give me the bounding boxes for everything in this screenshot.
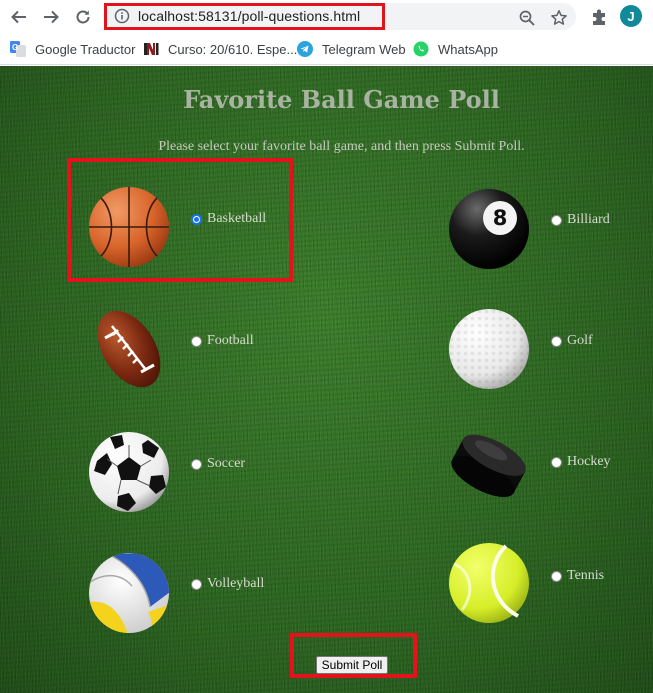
radio-billiard[interactable] xyxy=(551,214,562,226)
option-tennis[interactable]: Tennis xyxy=(551,568,604,584)
option-soccer[interactable]: Soccer xyxy=(191,456,245,472)
radio-soccer[interactable] xyxy=(191,458,202,470)
extensions-puzzle-icon[interactable] xyxy=(589,7,609,27)
option-volleyball[interactable]: Volleyball xyxy=(191,576,264,592)
back-arrow-icon xyxy=(11,10,26,24)
radio-volleyball[interactable] xyxy=(191,578,202,590)
bookmark-google-traductor[interactable]: G Google Traductor xyxy=(10,39,135,59)
svg-text:8: 8 xyxy=(493,206,508,230)
bookmark-label: WhatsApp xyxy=(438,41,498,57)
option-label: Golf xyxy=(567,333,593,348)
volleyball-image xyxy=(88,552,170,634)
radio-football[interactable] xyxy=(191,335,202,347)
bookmark-star-icon[interactable] xyxy=(550,9,568,27)
option-hockey[interactable]: Hockey xyxy=(551,454,611,470)
option-label: Football xyxy=(207,333,254,348)
profile-avatar[interactable]: J xyxy=(620,5,642,27)
page-title: Favorite Ball Game Poll xyxy=(183,85,500,114)
bookmark-curso[interactable]: Curso: 20/610. Espe... xyxy=(143,39,297,59)
soccer-ball-image xyxy=(88,431,170,513)
forward-arrow-icon xyxy=(44,10,59,24)
url-highlight-box xyxy=(104,3,385,30)
option-label: Billiard xyxy=(567,212,610,227)
bookmark-label: Google Traductor xyxy=(35,41,136,57)
radio-golf[interactable] xyxy=(551,335,562,347)
tennis-ball-image xyxy=(448,542,530,624)
bookmark-label: Curso: 20/610. Espe... xyxy=(168,41,298,57)
bookmarks-bar: G Google Traductor Curso: 20/610. Espe..… xyxy=(0,34,653,65)
bookmark-telegram[interactable]: Telegram Web xyxy=(297,39,406,59)
zoom-icon[interactable] xyxy=(518,9,536,27)
ni-logo-icon xyxy=(143,41,159,57)
radio-tennis[interactable] xyxy=(551,570,562,582)
bookmark-whatsapp[interactable]: WhatsApp xyxy=(413,39,498,59)
basketball-highlight-box xyxy=(67,158,293,282)
hockey-puck-image xyxy=(448,424,530,506)
option-label: Hockey xyxy=(567,454,611,469)
option-football[interactable]: Football xyxy=(191,333,254,349)
reload-icon xyxy=(76,10,90,24)
telegram-icon xyxy=(297,41,313,57)
svg-text:G: G xyxy=(12,43,18,52)
football-image xyxy=(88,308,170,390)
option-label: Tennis xyxy=(567,568,605,583)
bookmark-label: Telegram Web xyxy=(322,41,406,57)
option-golf[interactable]: Golf xyxy=(551,333,593,349)
forward-button[interactable] xyxy=(39,5,63,29)
whatsapp-icon xyxy=(413,41,429,57)
radio-hockey[interactable] xyxy=(551,456,562,468)
golf-ball-image xyxy=(448,308,530,390)
browser-toolbar: localhost:58131/poll-questions.html J xyxy=(0,0,653,34)
reload-button[interactable] xyxy=(71,5,95,29)
option-label: Soccer xyxy=(207,456,246,471)
submit-poll-button[interactable]: Submit Poll xyxy=(316,656,388,674)
billiard-ball-image: 8 xyxy=(448,188,530,270)
option-billiard[interactable]: Billiard xyxy=(551,212,610,228)
option-label: Volleyball xyxy=(207,576,265,591)
poll-instructions: Please select your favorite ball game, a… xyxy=(158,139,525,154)
poll-page: Favorite Ball Game Poll Please select yo… xyxy=(0,66,653,693)
google-translate-icon: G xyxy=(10,41,26,57)
back-button[interactable] xyxy=(7,5,31,29)
